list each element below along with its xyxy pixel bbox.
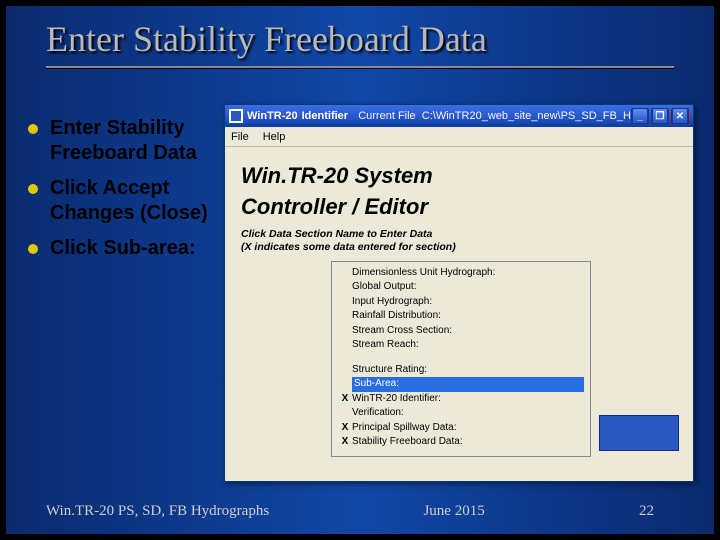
bullet-item: Enter Stability Freeboard Data — [28, 116, 218, 166]
section-x: X — [338, 421, 352, 436]
section-x: X — [338, 392, 352, 407]
section-spacer — [338, 353, 584, 363]
accept-changes-button[interactable] — [599, 415, 679, 451]
section-name: Dimensionless Unit Hydrograph: — [352, 266, 584, 281]
section-x — [338, 266, 352, 281]
maximize-icon: ❐ — [652, 108, 668, 124]
section-name: Input Hydrograph: — [352, 295, 584, 310]
section-name: Structure Rating: — [352, 363, 584, 378]
app-heading-line1: Win.TR-20 System — [241, 163, 677, 188]
section-x: X — [338, 435, 352, 450]
window-buttons: _ ❐ ✕ — [631, 108, 689, 124]
section-name: Rainfall Distribution: — [352, 309, 584, 324]
slide-title: Enter Stability Freeboard Data — [46, 18, 674, 60]
footer-right: 22 — [639, 503, 654, 520]
bullet-item: Click Sub-area: — [28, 236, 218, 261]
section-row[interactable]: Stream Cross Section: — [338, 324, 584, 339]
section-name: Global Output: — [352, 280, 584, 295]
minimize-button[interactable]: _ — [631, 108, 649, 124]
section-row[interactable]: Global Output: — [338, 280, 584, 295]
menu-bar: File Help — [225, 127, 693, 147]
section-name: Stream Cross Section: — [352, 324, 584, 339]
section-x — [338, 406, 352, 421]
footer-center: June 2015 — [423, 503, 484, 520]
maximize-button[interactable]: ❐ — [651, 108, 669, 124]
footer-left: Win.TR-20 PS, SD, FB Hydrographs — [46, 503, 269, 520]
title-underline — [46, 66, 674, 68]
section-row[interactable]: XPrincipal Spillway Data: — [338, 421, 584, 436]
app-heading-line2: Controller / Editor — [241, 194, 677, 219]
window-title-label: Identifier — [302, 110, 348, 122]
slide-title-area: Enter Stability Freeboard Data — [46, 18, 674, 68]
presentation-slide: Enter Stability Freeboard Data Enter Sta… — [0, 0, 720, 540]
menu-file[interactable]: File — [231, 131, 249, 143]
section-name: WinTR-20 Identifier: — [352, 392, 584, 407]
app-subheading-line2: (X indicates some data entered for secti… — [241, 241, 677, 253]
slide-footer: Win.TR-20 PS, SD, FB Hydrographs June 20… — [6, 503, 714, 520]
window-title-path: Current File C:\WinTR20_web_site_new\PS_… — [352, 110, 631, 122]
current-file-label: Current File — [358, 110, 415, 122]
section-row[interactable]: XWinTR-20 Identifier: — [338, 392, 584, 407]
close-icon: ✕ — [672, 108, 688, 124]
section-name: Stream Reach: — [352, 338, 584, 353]
section-row[interactable]: Stream Reach: — [338, 338, 584, 353]
app-subheading-line1: Click Data Section Name to Enter Data — [241, 228, 677, 240]
section-x — [338, 309, 352, 324]
data-section-list: Dimensionless Unit Hydrograph: Global Ou… — [331, 261, 591, 457]
section-row[interactable]: Input Hydrograph: — [338, 295, 584, 310]
section-name: Principal Spillway Data: — [352, 421, 584, 436]
minimize-icon: _ — [632, 108, 648, 124]
section-x — [338, 363, 352, 378]
slide-bullets: Enter Stability Freeboard Data Click Acc… — [28, 116, 218, 271]
menu-help[interactable]: Help — [263, 131, 286, 143]
section-x — [338, 338, 352, 353]
section-row[interactable]: Rainfall Distribution: — [338, 309, 584, 324]
section-name: Verification: — [352, 406, 584, 421]
bullet-item: Click Accept Changes (Close) — [28, 176, 218, 226]
window-title-product: WinTR-20 — [247, 110, 298, 122]
section-x — [338, 377, 352, 392]
section-x — [338, 324, 352, 339]
current-file-path: C:\WinTR20_web_site_new\PS_SD_FB_Harriso… — [422, 110, 631, 122]
window-titlebar[interactable]: WinTR-20 Identifier Current File C:\WinT… — [225, 105, 693, 127]
app-icon — [229, 109, 243, 123]
section-row[interactable]: Structure Rating: — [338, 363, 584, 378]
section-row[interactable]: Dimensionless Unit Hydrograph: — [338, 266, 584, 281]
close-button[interactable]: ✕ — [671, 108, 689, 124]
section-x — [338, 280, 352, 295]
section-row-subarea[interactable]: Sub-Area: — [338, 377, 584, 392]
section-row[interactable]: XStability Freeboard Data: — [338, 435, 584, 450]
section-row[interactable]: Verification: — [338, 406, 584, 421]
wintr20-window: WinTR-20 Identifier Current File C:\WinT… — [224, 104, 694, 482]
section-name: Sub-Area: — [352, 377, 584, 392]
section-name: Stability Freeboard Data: — [352, 435, 584, 450]
section-x — [338, 295, 352, 310]
